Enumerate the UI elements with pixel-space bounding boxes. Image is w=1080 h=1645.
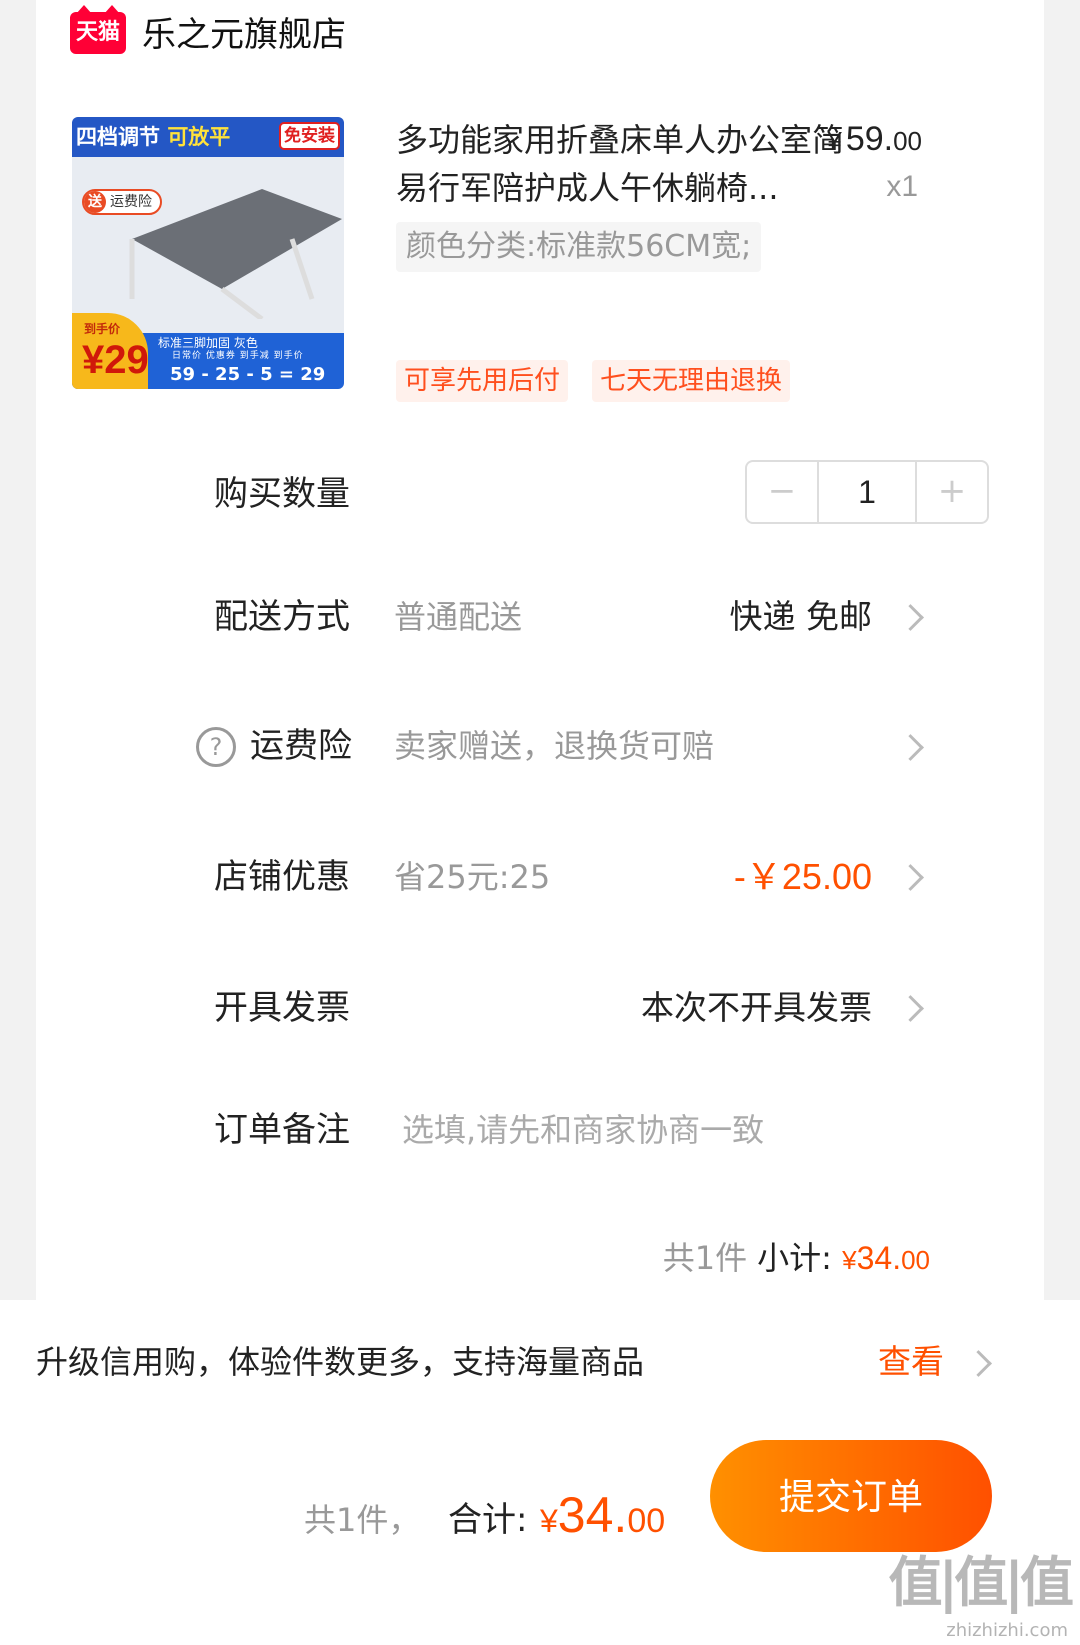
credit-banner[interactable]: 升级信用购，体验件数更多，支持海量商品 查看 — [0, 1300, 1080, 1424]
image-price-label: 到手价 — [84, 322, 121, 336]
note-label: 订单备注 — [214, 1110, 350, 1150]
product-image[interactable]: 四档调节 可放平 免安装 送运费险 到手价 ¥29 标准三脚加固 灰色 日常价 … — [72, 117, 344, 389]
checkout-bar: 共1件， 合计: ¥34.00 提交订单 值|值|值 zhizhizhi.com — [0, 1424, 1080, 1645]
delivery-value: 普通配送 — [394, 598, 523, 636]
chevron-right-icon — [897, 995, 924, 1022]
quantity-input[interactable]: 1 — [817, 462, 917, 522]
chevron-right-icon — [897, 734, 924, 761]
image-price: ¥29 — [82, 338, 149, 382]
help-icon[interactable]: ? — [196, 727, 236, 767]
credit-view-link[interactable]: 查看 — [878, 1338, 944, 1386]
service-tag-pay-later: 可享先用后付 — [396, 360, 569, 402]
coupon-label: 店铺优惠 — [214, 857, 350, 897]
insurance-tag: 送运费险 — [82, 189, 162, 215]
decrement-button[interactable]: − — [747, 462, 817, 522]
sku-tag[interactable]: 颜色分类:标准款56CM宽; — [396, 222, 762, 272]
order-card: 天猫 乐之元旗舰店 四档调节 可放平 免安装 送运费险 到手价 ¥29 标准三脚… — [36, 0, 1044, 1366]
product-price: ¥59.00 — [827, 120, 922, 158]
delivery-label: 配送方式 — [214, 597, 350, 637]
invoice-label: 开具发票 — [214, 988, 350, 1028]
store-name[interactable]: 乐之元旗舰店 — [142, 12, 346, 58]
credit-text: 升级信用购，体验件数更多，支持海量商品 — [36, 1343, 645, 1381]
total-amount: ¥34.00 — [540, 1487, 666, 1543]
chevron-right-icon — [965, 1350, 992, 1377]
invoice-value: 本次不开具发票 — [641, 988, 872, 1027]
product-quantity: x1 — [886, 170, 918, 203]
service-tag-return: 七天无理由退换 — [592, 360, 791, 402]
image-title: 四档调节 可放平 — [76, 125, 231, 149]
total-label: 合计: — [448, 1500, 528, 1540]
insurance-label: 运费险 — [250, 726, 352, 766]
delivery-method: 快递 免邮 — [729, 597, 873, 636]
image-badge: 免安装 — [279, 122, 340, 150]
coupon-value: 省25元:25 — [394, 858, 551, 896]
increment-button[interactable]: + — [917, 462, 987, 522]
quantity-stepper: − 1 + — [745, 460, 989, 524]
submit-order-button[interactable]: 提交订单 — [710, 1440, 992, 1552]
quantity-label: 购买数量 — [214, 474, 350, 514]
product-title[interactable]: 多功能家用折叠床单人办公室简易行军陪护成人午休躺椅... — [396, 116, 846, 212]
image-formula: 59 - 25 - 5 = 29 — [170, 364, 326, 385]
watermark-logo: 值|值|值 — [888, 1551, 1074, 1614]
note-input[interactable]: 选填,请先和商家协商一致 — [402, 1106, 764, 1154]
image-sub-labels: 日常价 优惠券 到手减 到手价 — [172, 351, 304, 361]
total-count: 共1件， — [304, 1501, 421, 1539]
subtotal: 共1件 小计: ¥34.00 — [662, 1239, 930, 1277]
insurance-value: 卖家赠送，退换货可赔 — [394, 727, 715, 765]
tmall-logo-icon: 天猫 — [70, 5, 126, 54]
coupon-discount: -￥25.00 — [733, 856, 872, 897]
chevron-right-icon — [897, 864, 924, 891]
chevron-right-icon — [897, 604, 924, 631]
watermark-url: zhizhizhi.com — [946, 1620, 1068, 1641]
